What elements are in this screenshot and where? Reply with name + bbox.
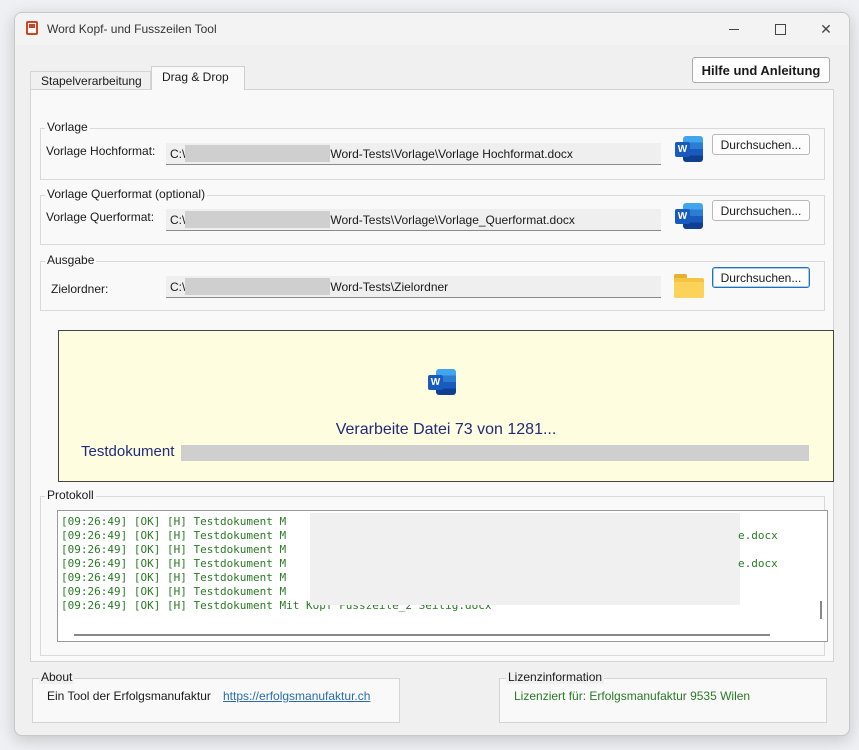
- log-line: [09:26:49] [OK] [H] Testdokument M: [61, 585, 287, 598]
- help-button[interactable]: Hilfe und Anleitung: [692, 57, 830, 83]
- vorlage-querformat-browse-button[interactable]: Durchsuchen...: [712, 200, 810, 221]
- vorlage-querformat-group-label: Vorlage Querformat (optional): [45, 187, 208, 201]
- vorlage-querformat-group: Vorlage Querformat (optional) Vorlage Qu…: [40, 187, 825, 245]
- protokoll-group-label: Protokoll: [45, 488, 96, 502]
- word-icon: W: [675, 203, 703, 229]
- path-suffix: Word-Tests\Vorlage\Vorlage Hochformat.do…: [330, 147, 573, 161]
- zielordner-path-field[interactable]: C:\ Word-Tests\Zielordner: [166, 276, 661, 298]
- current-document-label: Testdokument: [81, 443, 175, 460]
- vorlage-group: Vorlage Vorlage Hochformat: C:\ Word-Test…: [40, 120, 825, 180]
- app-window: Word Kopf- und Fusszeilen Tool ✕ Stapelv…: [14, 12, 850, 736]
- maximize-icon[interactable]: [757, 13, 803, 45]
- title-bar: Word Kopf- und Fusszeilen Tool ✕: [15, 13, 849, 45]
- vorlage-hochformat-label: Vorlage Hochformat:: [46, 144, 156, 158]
- window-title: Word Kopf- und Fusszeilen Tool: [47, 22, 217, 36]
- tab-panel-drag-drop: Vorlage Vorlage Hochformat: C:\ Word-Test…: [30, 89, 834, 662]
- vorlage-querformat-path-field[interactable]: C:\ Word-Tests\Vorlage\Vorlage_Querformat…: [166, 209, 661, 231]
- vorlage-group-label: Vorlage: [45, 120, 90, 134]
- license-group-label: Lizenzinformation: [506, 670, 605, 684]
- ausgabe-group: Ausgabe Zielordner: C:\ Word-Tests\Zielor…: [40, 253, 825, 311]
- vorlage-querformat-label: Vorlage Querformat:: [46, 210, 155, 224]
- tab-stapelverarbeitung[interactable]: Stapelverarbeitung: [30, 71, 151, 90]
- folder-icon: [674, 274, 704, 298]
- processing-status: Verarbeite Datei 73 von 1281...: [335, 421, 557, 438]
- path-prefix: C:\: [170, 147, 186, 161]
- redacted-path-segment: [185, 277, 331, 295]
- log-line: [09:26:49] [OK] [H] Testdokument M: [61, 529, 287, 542]
- vorlage-browse-button[interactable]: Durchsuchen...: [712, 134, 810, 155]
- redacted-document-name: [181, 445, 809, 461]
- log-horizontal-scrollbar[interactable]: [58, 627, 827, 641]
- website-link[interactable]: https://erfolgsmanufaktur.ch: [223, 689, 370, 703]
- word-icon: W: [675, 136, 703, 162]
- minimize-icon[interactable]: [711, 13, 757, 45]
- zielordner-browse-button[interactable]: Durchsuchen...: [712, 267, 810, 288]
- log-line: [09:26:49] [OK] [H] Testdokument M: [61, 515, 287, 528]
- log-line: [09:26:49] [OK] [H] Testdokument M: [61, 557, 287, 570]
- close-icon[interactable]: ✕: [803, 13, 849, 45]
- path-suffix: Word-Tests\Zielordner: [330, 280, 449, 294]
- vorlage-hochformat-path-field[interactable]: C:\ Word-Tests\Vorlage\Vorlage Hochformat…: [166, 143, 661, 165]
- zielordner-label: Zielordner:: [51, 282, 109, 296]
- log-line-tail: e.docx: [738, 529, 778, 542]
- about-group: About Ein Tool der Erfolgsmanufaktur htt…: [32, 670, 400, 723]
- log-output[interactable]: [09:26:49] [OK] [H] Testdokument M [09:2…: [57, 510, 828, 642]
- redacted-path-segment: [185, 210, 331, 228]
- license-text: Lizenziert für: Erfolgsmanufaktur 9535 W…: [514, 689, 751, 703]
- redacted-path-segment: [185, 144, 331, 162]
- log-line: [09:26:49] [OK] [H] Testdokument M: [61, 543, 287, 556]
- app-icon: [26, 21, 38, 35]
- path-prefix: C:\: [170, 280, 186, 294]
- log-vertical-scrollbar[interactable]: [815, 511, 827, 629]
- license-group: Lizenzinformation Lizenziert für: Erfolg…: [499, 670, 827, 723]
- drop-zone[interactable]: W Verarbeite Datei 73 von 1281... Testdo…: [58, 330, 834, 482]
- redacted-log-area: [310, 513, 740, 605]
- about-text: Ein Tool der Erfolgsmanufaktur: [47, 689, 211, 703]
- about-group-label: About: [39, 670, 75, 684]
- path-prefix: C:\: [170, 213, 186, 227]
- log-line-tail: e.docx: [738, 557, 778, 570]
- log-line: [09:26:49] [OK] [H] Testdokument M: [61, 571, 287, 584]
- tab-drag-drop[interactable]: Drag & Drop: [151, 66, 245, 90]
- word-icon: W: [428, 369, 456, 395]
- path-suffix: Word-Tests\Vorlage\Vorlage_Querformat.do…: [330, 213, 575, 227]
- ausgabe-group-label: Ausgabe: [45, 253, 97, 267]
